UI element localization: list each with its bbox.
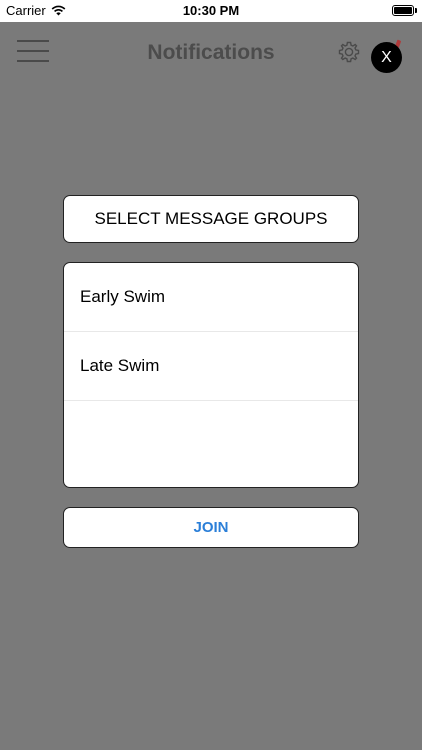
list-item-late-swim[interactable]: Late Swim <box>64 332 358 401</box>
modal-header: SELECT MESSAGE GROUPS <box>63 195 359 243</box>
battery-icon <box>392 5 414 16</box>
battery-level <box>394 7 412 14</box>
gear-icon[interactable] <box>337 40 361 64</box>
message-group-list: Early Swim Late Swim <box>63 262 359 488</box>
nav-bar: Notifications <box>0 22 422 84</box>
status-bar: Carrier 10:30 PM <box>0 0 422 22</box>
status-time: 10:30 PM <box>182 3 240 18</box>
list-item-early-swim[interactable]: Early Swim <box>64 263 358 332</box>
battery-cap <box>415 8 417 13</box>
screen: Carrier 10:30 PM Notifications X SELECT … <box>0 0 422 750</box>
close-button[interactable]: X <box>371 42 402 73</box>
join-button[interactable]: JOIN <box>63 507 359 548</box>
